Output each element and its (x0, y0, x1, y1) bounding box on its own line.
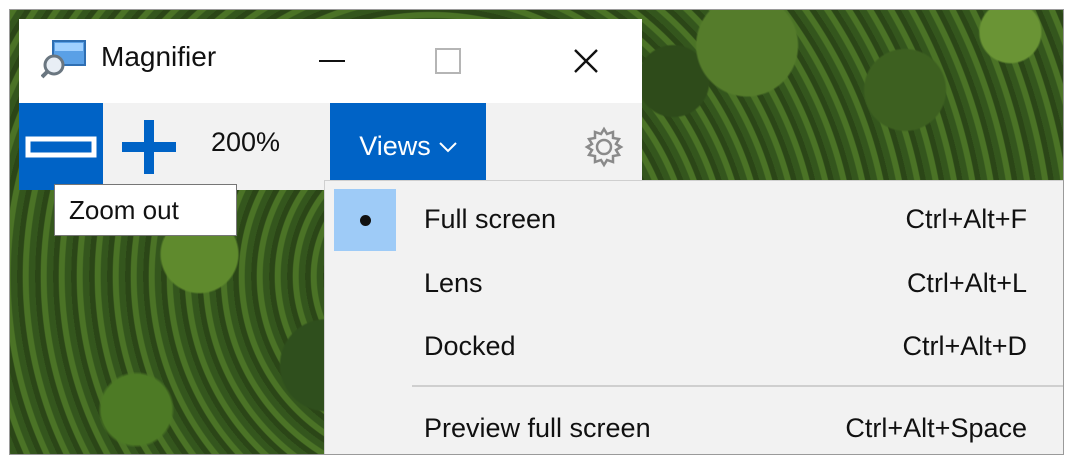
settings-button[interactable] (574, 103, 634, 190)
maximize-icon (435, 48, 461, 74)
plus-icon (122, 119, 176, 174)
zoom-out-tooltip: Zoom out (54, 184, 237, 236)
views-dropdown-button[interactable]: Views (330, 103, 486, 190)
menu-item-shortcut: Ctrl+Alt+F (905, 204, 1027, 234)
menu-item-label: Full screen (424, 204, 557, 234)
views-menu: Full screen Ctrl+Alt+F Lens Ctrl+Alt+L D… (324, 180, 1063, 454)
zoom-out-button[interactable] (19, 103, 103, 190)
minimize-icon (319, 60, 345, 62)
menu-item-shortcut: Ctrl+Alt+D (902, 331, 1027, 361)
close-icon (574, 49, 598, 73)
menu-item-shortcut: Ctrl+Alt+L (906, 268, 1027, 298)
minimize-button[interactable] (289, 19, 375, 103)
menu-separator (412, 385, 1063, 387)
window-title: Magnifier (101, 41, 217, 72)
chevron-down-icon (439, 141, 457, 152)
gear-icon (584, 126, 624, 167)
menu-item-label: Docked (424, 331, 516, 361)
magnifier-toolbar: 200% Views (19, 103, 642, 190)
menu-item-lens[interactable]: Lens Ctrl+Alt+L (325, 245, 1063, 307)
menu-item-label: Lens (424, 268, 483, 298)
desktop-background: Magnifier 200% Views Zoom out Full scree… (9, 9, 1064, 455)
magnifier-window: Magnifier 200% Views (19, 19, 642, 190)
views-label: Views (359, 131, 431, 161)
minus-icon (25, 136, 97, 157)
radio-dot-icon (360, 215, 371, 226)
menu-item-full-screen[interactable]: Full screen Ctrl+Alt+F (325, 181, 1063, 251)
maximize-button[interactable] (405, 19, 491, 103)
menu-item-label: Preview full screen (424, 413, 651, 443)
menu-item-preview-full-screen[interactable]: Preview full screen Ctrl+Alt+Space (325, 390, 1063, 452)
close-button[interactable] (543, 19, 629, 103)
menu-item-docked[interactable]: Docked Ctrl+Alt+D (325, 308, 1063, 370)
zoom-level-indicator: 200% (211, 127, 281, 157)
zoom-in-button[interactable] (111, 103, 187, 190)
tooltip-text: Zoom out (69, 195, 179, 225)
menu-item-shortcut: Ctrl+Alt+Space (845, 413, 1027, 443)
magnifier-app-icon (41, 40, 86, 79)
title-bar: Magnifier (19, 19, 642, 103)
